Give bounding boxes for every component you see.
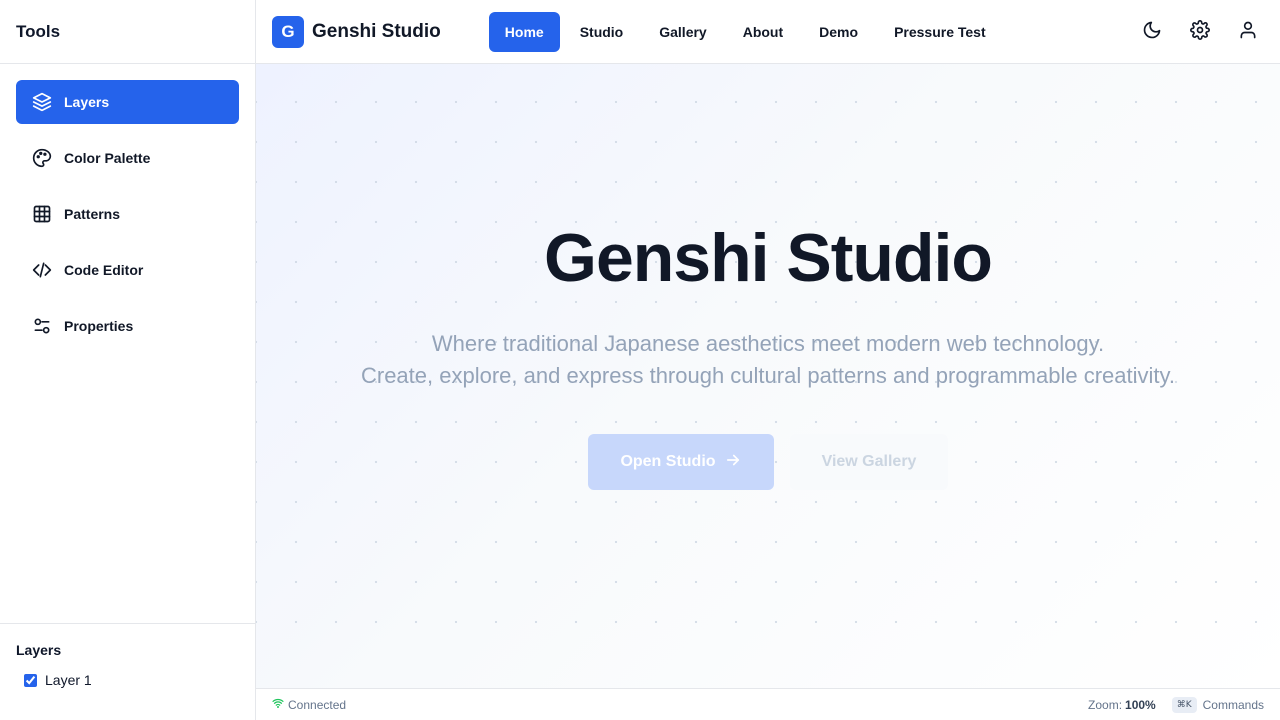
hero-subtitle-line-1: Where traditional Japanese aesthetics me… xyxy=(431,331,1105,356)
command-shortcut-badge[interactable]: ⌘K xyxy=(1171,696,1197,713)
main-nav: Home Studio Gallery About Demo Pressure … xyxy=(488,11,1006,52)
hero-title: Genshi Studio xyxy=(544,220,993,296)
brand-name: Genshi Studio xyxy=(312,20,441,42)
zoom-value: 100% xyxy=(1125,697,1156,712)
wifi-icon xyxy=(272,697,288,712)
tool-item-label: Layers xyxy=(64,94,110,110)
layers-icon xyxy=(32,92,52,112)
nav-studio[interactable]: Studio xyxy=(564,12,640,52)
nav-home[interactable]: Home xyxy=(488,11,560,52)
connection-status: Connected xyxy=(272,697,346,712)
layers-panel-title: Layers xyxy=(16,642,62,658)
open-studio-label: Open Studio xyxy=(620,453,716,470)
nav-gallery[interactable]: Gallery xyxy=(643,12,722,52)
connection-label: Connected xyxy=(288,697,347,712)
gear-icon xyxy=(1190,19,1210,45)
palette-icon xyxy=(32,148,52,168)
tool-item-label: Patterns xyxy=(64,206,121,222)
grid-icon xyxy=(32,204,52,224)
status-bar: Connected Zoom: 100% ⌘K Commands xyxy=(256,688,1280,720)
sidebar: Tools Layers Color Palette Patterns Code… xyxy=(0,0,256,720)
layer-label: Layer 1 xyxy=(45,672,92,688)
tool-item-properties[interactable]: Properties xyxy=(16,304,239,348)
nav-demo[interactable]: Demo xyxy=(803,12,874,52)
settings-button[interactable] xyxy=(1184,16,1216,48)
code-icon xyxy=(32,260,52,280)
hero: Genshi Studio Where traditional Japanese… xyxy=(256,224,1280,490)
open-studio-button[interactable]: Open Studio xyxy=(588,434,774,490)
nav-pressure-test[interactable]: Pressure Test xyxy=(878,12,1002,52)
layers-panel: Layers Layer 1 xyxy=(0,623,255,720)
nav-about[interactable]: About xyxy=(727,12,799,52)
sidebar-title: Tools xyxy=(0,0,255,64)
layer-visibility-checkbox[interactable] xyxy=(24,673,37,687)
layer-item[interactable]: Layer 1 xyxy=(16,672,239,688)
tool-item-label: Code Editor xyxy=(64,262,144,278)
hero-subtitle-line-2: Create, explore, and express through cul… xyxy=(360,363,1175,388)
brand[interactable]: G Genshi Studio xyxy=(272,15,441,48)
tool-item-color-palette[interactable]: Color Palette xyxy=(16,136,239,180)
tool-item-code-editor[interactable]: Code Editor xyxy=(16,248,239,292)
hero-subtitle: Where traditional Japanese aesthetics me… xyxy=(256,328,1280,392)
top-bar: G Genshi Studio Home Studio Gallery Abou… xyxy=(256,0,1280,64)
hero-actions: Open Studio View Gallery xyxy=(256,434,1280,490)
arrow-right-icon xyxy=(716,451,742,474)
main-content: Genshi Studio Where traditional Japanese… xyxy=(256,64,1280,688)
status-right: Zoom: 100% ⌘K Commands xyxy=(1088,696,1264,713)
tool-item-label: Properties xyxy=(64,318,134,334)
zoom-label: Zoom: xyxy=(1088,697,1123,712)
user-icon xyxy=(1238,20,1258,45)
tool-item-label: Color Palette xyxy=(64,150,151,166)
view-gallery-button[interactable]: View Gallery xyxy=(790,434,948,490)
tool-item-patterns[interactable]: Patterns xyxy=(16,192,239,236)
commands-button[interactable]: Commands xyxy=(1203,698,1264,712)
tool-list: Layers Color Palette Patterns Code Edito… xyxy=(0,64,255,376)
brand-logo: G xyxy=(272,15,304,48)
theme-toggle-button[interactable] xyxy=(1136,16,1168,48)
header-actions xyxy=(1120,16,1264,48)
moon-icon xyxy=(1142,20,1162,45)
tool-item-layers[interactable]: Layers xyxy=(16,80,239,124)
user-menu-button[interactable] xyxy=(1232,16,1264,48)
sliders-icon xyxy=(32,316,52,336)
